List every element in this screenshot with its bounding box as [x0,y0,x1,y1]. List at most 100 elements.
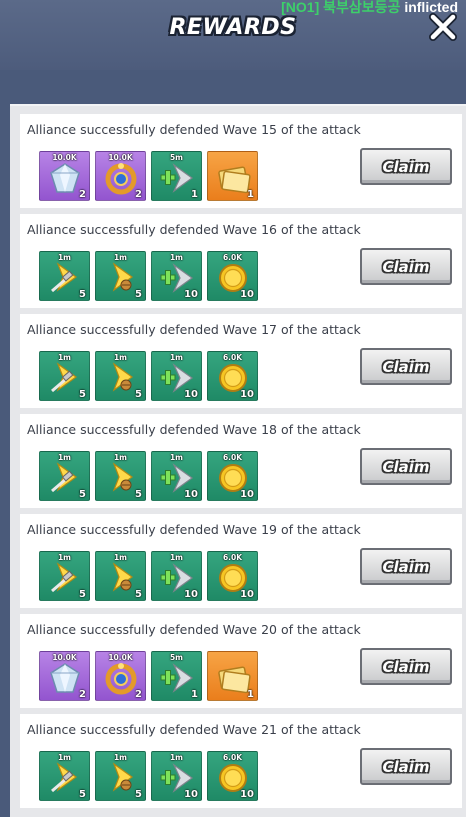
reward-description: Alliance successfully defended Wave 21 o… [27,722,361,737]
reward-description: Alliance successfully defended Wave 15 o… [27,122,361,137]
reward-row: Alliance successfully defended Wave 17 o… [20,314,462,408]
item-amount-label: 6.0K [222,553,243,562]
item-amount-label: 6.0K [222,453,243,462]
reward-row: Alliance successfully defended Wave 15 o… [20,114,462,208]
item-amount-label: 5m [169,153,184,162]
item-amount-label: 6.0K [222,353,243,362]
reward-item[interactable]: 6.0K 10 [207,351,258,401]
item-amount-label: 1m [113,353,128,362]
item-amount-label: 1m [57,453,72,462]
item-quantity: 5 [135,389,142,400]
item-quantity: 10 [184,789,198,800]
item-amount-label: 1m [113,753,128,762]
reward-description: Alliance successfully defended Wave 19 o… [27,522,361,537]
reward-item[interactable]: 1m 10 [151,251,202,301]
claim-button-label: Claim [382,757,430,776]
page-title: REWARDS [169,15,297,40]
reward-row: Alliance successfully defended Wave 20 o… [20,614,462,708]
item-amount-label: 1m [169,453,184,462]
reward-row: Alliance successfully defended Wave 18 o… [20,414,462,508]
item-quantity: 2 [135,189,142,200]
reward-description: Alliance successfully defended Wave 17 o… [27,322,361,337]
reward-item[interactable]: 1m 5 [95,251,146,301]
item-quantity: 10 [240,789,254,800]
reward-item[interactable]: 1 [207,151,258,201]
item-quantity: 5 [79,589,86,600]
reward-item[interactable]: 1m 10 [151,451,202,501]
reward-item[interactable]: 1m 5 [95,351,146,401]
item-amount-label: 1m [57,253,72,262]
reward-item[interactable]: 1m 5 [39,451,90,501]
panel-left-edge [0,70,10,817]
reward-item[interactable]: 6.0K 10 [207,451,258,501]
ticker-tag: [NO1] [281,0,320,15]
reward-item[interactable]: 1m 5 [95,451,146,501]
header-bar: [NO1] 북부삼보등공 inflicted REWARDS [0,0,466,70]
reward-item[interactable]: 6.0K 10 [207,551,258,601]
item-amount-label: 1m [57,553,72,562]
reward-item[interactable]: 10.0K 2 [95,151,146,201]
item-quantity: 10 [184,289,198,300]
close-icon [429,13,457,41]
reward-item[interactable]: 1m 5 [39,751,90,801]
item-quantity: 5 [79,289,86,300]
item-amount-label: 1m [57,753,72,762]
claim-button[interactable]: Claim [360,348,452,385]
item-amount-label: 1m [169,253,184,262]
reward-item[interactable]: 1m 10 [151,551,202,601]
claim-button[interactable]: Claim [360,648,452,685]
reward-row: Alliance successfully defended Wave 21 o… [20,714,462,808]
item-amount-label: 1m [57,353,72,362]
item-amount-label: 1m [113,253,128,262]
reward-item[interactable]: 6.0K 10 [207,251,258,301]
item-quantity: 10 [240,289,254,300]
claim-button-label: Claim [382,157,430,176]
item-quantity: 10 [240,489,254,500]
item-quantity: 5 [79,389,86,400]
claim-button-label: Claim [382,657,430,676]
reward-item[interactable]: 5m 1 [151,651,202,701]
reward-description: Alliance successfully defended Wave 16 o… [27,222,361,237]
item-quantity: 10 [184,489,198,500]
item-quantity: 10 [184,389,198,400]
item-quantity: 1 [247,689,254,700]
reward-item[interactable]: 5m 1 [151,151,202,201]
reward-description: Alliance successfully defended Wave 20 o… [27,622,361,637]
reward-row: Alliance successfully defended Wave 16 o… [20,214,462,308]
item-amount-label: 5m [169,653,184,662]
reward-item[interactable]: 1 [207,651,258,701]
claim-button[interactable]: Claim [360,548,452,585]
reward-description: Alliance successfully defended Wave 18 o… [27,422,361,437]
item-quantity: 5 [79,789,86,800]
item-quantity: 5 [79,489,86,500]
reward-row: Alliance successfully defended Wave 19 o… [20,514,462,608]
reward-item[interactable]: 1m 5 [95,551,146,601]
claim-button[interactable]: Claim [360,448,452,485]
item-amount-label: 10.0K [108,653,133,662]
item-quantity: 5 [135,489,142,500]
reward-item[interactable]: 10.0K 2 [39,151,90,201]
item-quantity: 2 [135,689,142,700]
reward-item[interactable]: 1m 10 [151,751,202,801]
claim-button[interactable]: Claim [360,748,452,785]
item-quantity: 5 [135,589,142,600]
reward-item[interactable]: 6.0K 10 [207,751,258,801]
item-quantity: 2 [79,189,86,200]
reward-item[interactable]: 1m 5 [39,251,90,301]
claim-button-label: Claim [382,457,430,476]
reward-item[interactable]: 1m 5 [95,751,146,801]
claim-button[interactable]: Claim [360,148,452,185]
close-button[interactable] [426,10,460,44]
reward-item[interactable]: 1m 5 [39,351,90,401]
reward-item[interactable]: 10.0K 2 [95,651,146,701]
item-amount-label: 1m [113,453,128,462]
reward-item[interactable]: 1m 5 [39,551,90,601]
item-quantity: 10 [184,589,198,600]
claim-button[interactable]: Claim [360,248,452,285]
ticker-player-name: 북부삼보등공 [323,0,401,15]
reward-item[interactable]: 1m 10 [151,351,202,401]
claim-button-label: Claim [382,557,430,576]
item-quantity: 1 [191,189,198,200]
item-amount-label: 10.0K [108,153,133,162]
reward-item[interactable]: 10.0K 2 [39,651,90,701]
